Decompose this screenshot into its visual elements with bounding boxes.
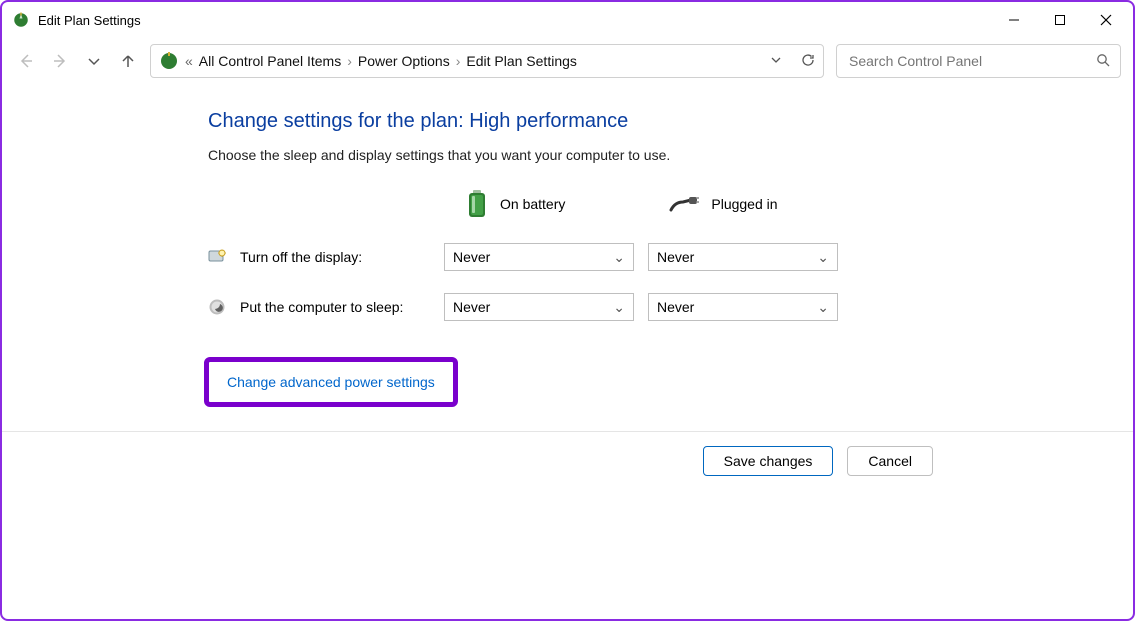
cancel-button[interactable]: Cancel — [847, 446, 933, 476]
address-dropdown-button[interactable] — [769, 53, 783, 70]
refresh-button[interactable] — [801, 53, 815, 70]
toolbar: « All Control Panel Items › Power Option… — [2, 38, 1133, 88]
save-button[interactable]: Save changes — [703, 446, 834, 476]
chevron-right-icon: › — [456, 53, 461, 69]
back-button[interactable] — [16, 51, 36, 71]
page-heading: Change settings for the plan: High perfo… — [208, 110, 1133, 133]
display-icon — [208, 248, 226, 266]
battery-icon — [466, 189, 488, 219]
select-value: Never — [453, 299, 490, 315]
chevron-down-icon: ⌄ — [817, 299, 829, 316]
chevron-down-icon: ⌄ — [613, 299, 625, 316]
sleep-icon — [208, 298, 226, 316]
column-header-battery: On battery — [500, 196, 565, 212]
select-value: Never — [657, 249, 694, 265]
display-battery-select[interactable]: Never ⌄ — [444, 243, 634, 271]
column-header-plugged: Plugged in — [711, 196, 777, 212]
close-button[interactable] — [1083, 4, 1129, 36]
setting-label: Put the computer to sleep: — [240, 299, 430, 315]
highlight-box: Change advanced power settings — [204, 357, 458, 407]
chevron-down-icon: ⌄ — [817, 249, 829, 266]
breadcrumb-item[interactable]: Edit Plan Settings — [466, 53, 577, 69]
main-content: Change settings for the plan: High perfo… — [2, 88, 1133, 407]
sleep-plugged-select[interactable]: Never ⌄ — [648, 293, 838, 321]
forward-button[interactable] — [50, 51, 70, 71]
advanced-power-settings-link[interactable]: Change advanced power settings — [227, 374, 435, 390]
power-options-icon — [159, 51, 179, 71]
search-icon — [1096, 53, 1110, 70]
plug-icon — [669, 196, 699, 212]
sleep-battery-select[interactable]: Never ⌄ — [444, 293, 634, 321]
chevron-right-icon: › — [347, 53, 352, 69]
recent-dropdown-button[interactable] — [84, 51, 104, 71]
display-plugged-select[interactable]: Never ⌄ — [648, 243, 838, 271]
footer-buttons: Save changes Cancel — [2, 432, 1133, 476]
button-label: Save changes — [724, 453, 813, 469]
select-value: Never — [453, 249, 490, 265]
search-input[interactable] — [847, 52, 1088, 70]
window-title: Edit Plan Settings — [38, 13, 141, 28]
maximize-button[interactable] — [1037, 4, 1083, 36]
up-button[interactable] — [118, 51, 138, 71]
breadcrumb-item[interactable]: All Control Panel Items — [199, 53, 341, 69]
setting-label: Turn off the display: — [240, 249, 430, 265]
breadcrumb-item[interactable]: Power Options — [358, 53, 450, 69]
power-plan-icon — [12, 11, 30, 29]
minimize-button[interactable] — [991, 4, 1037, 36]
setting-row-display: Turn off the display: Never ⌄ Never ⌄ — [208, 243, 1133, 271]
history-chevron-icon[interactable]: « — [185, 53, 193, 69]
titlebar: Edit Plan Settings — [2, 2, 1133, 38]
setting-row-sleep: Put the computer to sleep: Never ⌄ Never… — [208, 293, 1133, 321]
page-subtext: Choose the sleep and display settings th… — [208, 147, 1133, 163]
address-bar[interactable]: « All Control Panel Items › Power Option… — [150, 44, 824, 78]
button-label: Cancel — [868, 453, 912, 469]
window-frame: Edit Plan Settings — [0, 0, 1135, 621]
search-box[interactable] — [836, 44, 1121, 78]
chevron-down-icon: ⌄ — [613, 249, 625, 266]
select-value: Never — [657, 299, 694, 315]
